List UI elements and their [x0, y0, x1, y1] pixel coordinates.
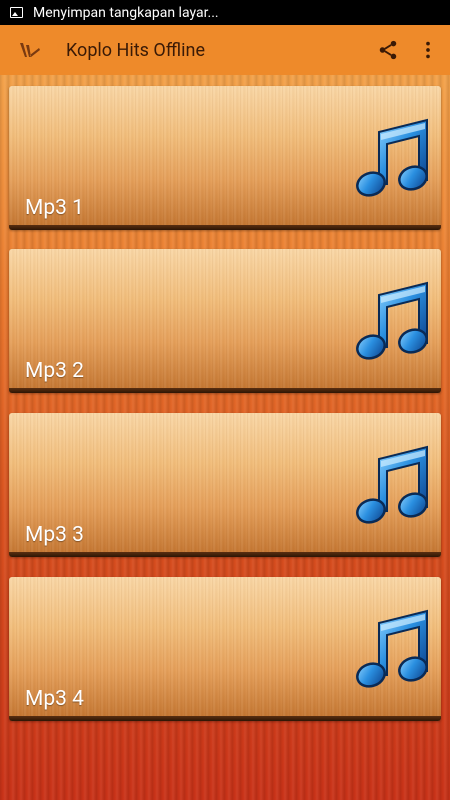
- app-logo-icon: [20, 43, 40, 57]
- music-note-icon: [355, 445, 431, 527]
- app-bar: Koplo Hits Offline: [0, 25, 450, 75]
- music-note-icon: [355, 281, 431, 363]
- status-bar: Menyimpan tangkapan layar...: [0, 0, 450, 25]
- music-note-icon: [355, 118, 431, 200]
- track-list: Mp3 1 Mp3 2 Mp3 3 Mp3 4: [0, 75, 450, 800]
- music-note-icon: [355, 609, 431, 691]
- track-label: Mp3 2: [25, 359, 84, 383]
- track-card-4[interactable]: Mp3 4: [9, 577, 441, 721]
- screenshot-icon: [10, 7, 23, 18]
- share-icon: [379, 40, 397, 60]
- track-card-1[interactable]: Mp3 1: [9, 86, 441, 230]
- track-label: Mp3 1: [25, 196, 84, 220]
- track-card-3[interactable]: Mp3 3: [9, 413, 441, 557]
- overflow-menu-icon: [426, 41, 430, 59]
- track-label: Mp3 3: [25, 523, 84, 547]
- app-title: Koplo Hits Offline: [66, 39, 206, 61]
- track-card-2[interactable]: Mp3 2: [9, 249, 441, 393]
- status-notification-text: Menyimpan tangkapan layar...: [33, 4, 219, 21]
- overflow-menu-button[interactable]: [408, 30, 448, 70]
- share-button[interactable]: [368, 30, 408, 70]
- track-label: Mp3 4: [25, 687, 84, 711]
